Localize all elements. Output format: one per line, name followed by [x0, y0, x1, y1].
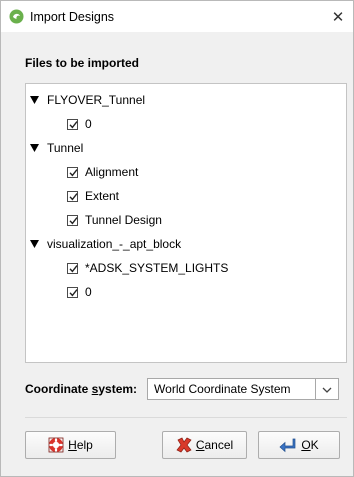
coordinate-system-select[interactable]: World Coordinate System — [147, 377, 317, 400]
tree-group-row[interactable]: FLYOVER_Tunnel — [26, 88, 346, 112]
files-tree[interactable]: FLYOVER_Tunnel 0 Tunnel Alignment Extent Tunn… — [25, 83, 347, 363]
tree-item-label: Tunnel Design — [85, 213, 162, 227]
cancel-button[interactable]: Cancel — [162, 431, 247, 459]
chevron-down-icon — [322, 382, 332, 396]
tree-group-label: FLYOVER_Tunnel — [47, 93, 146, 107]
file-checkbox[interactable] — [67, 190, 78, 202]
expand-triangle-down-icon[interactable] — [30, 144, 42, 152]
help-button[interactable]: Help — [25, 431, 116, 459]
button-divider — [25, 417, 347, 418]
tree-item-row[interactable]: *ADSK_SYSTEM_LIGHTS — [26, 256, 346, 280]
expand-triangle-down-icon[interactable] — [30, 96, 42, 104]
tree-item-row[interactable]: Alignment — [26, 160, 346, 184]
tree-item-label: 0 — [85, 117, 92, 131]
tree-item-label: Extent — [85, 189, 120, 203]
tree-group-row[interactable]: Tunnel — [26, 136, 346, 160]
import-designs-dialog: Import Designs ✕ Files to be imported FL… — [0, 0, 354, 477]
file-checkbox[interactable] — [67, 262, 78, 274]
file-checkbox[interactable] — [67, 166, 78, 178]
tree-group-label: Tunnel — [47, 141, 84, 155]
files-heading: Files to be imported — [25, 56, 140, 70]
file-checkbox[interactable] — [67, 286, 78, 298]
file-checkbox[interactable] — [67, 214, 78, 226]
coordinate-system-label: Coordinate system: — [25, 381, 138, 396]
enter-arrow-icon — [279, 437, 297, 453]
red-x-icon — [176, 437, 192, 453]
lifebuoy-icon — [48, 437, 64, 453]
cancel-button-label: Cancel — [195, 438, 234, 452]
ok-button-label: OK — [301, 438, 319, 452]
coordinate-system-dropdown-button[interactable] — [316, 377, 340, 400]
leapfrog-app-icon — [9, 9, 24, 24]
tree-item-label: 0 — [85, 285, 92, 299]
close-icon: ✕ — [331, 8, 345, 26]
tree-item-row[interactable]: Tunnel Design — [26, 208, 346, 232]
coordinate-system-row: Coordinate system: World Coordinate Syst… — [25, 377, 347, 400]
help-button-label: Help — [68, 438, 93, 452]
ok-button[interactable]: OK — [258, 431, 340, 459]
title-bar: Import Designs ✕ — [1, 1, 353, 32]
tree-item-row[interactable]: Extent — [26, 184, 346, 208]
tree-item-label: Alignment — [85, 165, 139, 179]
window-title: Import Designs — [30, 9, 115, 24]
tree-item-row[interactable]: 0 — [26, 280, 346, 304]
tree-item-label: *ADSK_SYSTEM_LIGHTS — [85, 261, 229, 275]
file-checkbox[interactable] — [67, 118, 78, 130]
coordinate-system-value: World Coordinate System — [154, 381, 291, 396]
expand-triangle-down-icon[interactable] — [30, 240, 42, 248]
tree-group-row[interactable]: visualization_-_apt_block — [26, 232, 346, 256]
tree-item-row[interactable]: 0 — [26, 112, 346, 136]
tree-group-label: visualization_-_apt_block — [47, 237, 182, 251]
close-button[interactable]: ✕ — [323, 1, 353, 32]
